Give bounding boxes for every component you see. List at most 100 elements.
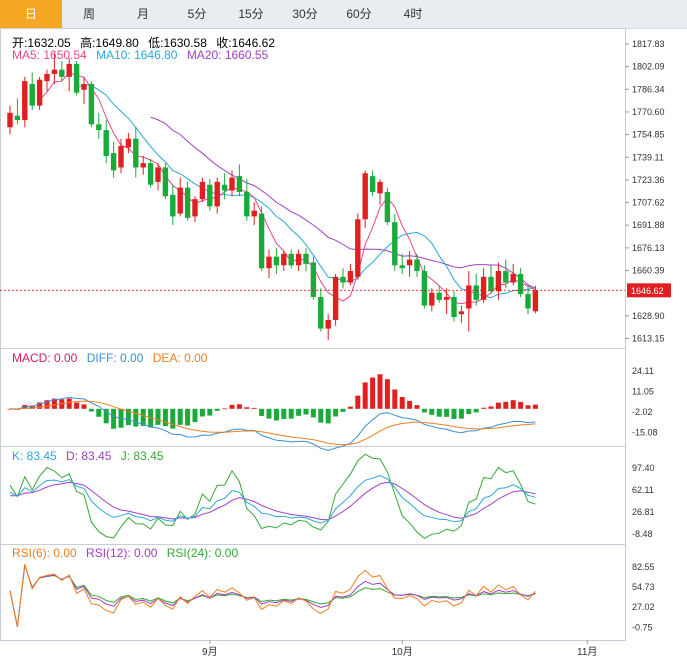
macd-bar	[333, 408, 339, 417]
kdj-legend: K: 83.45 D: 83.45 J: 83.45	[12, 449, 169, 463]
macd-bar	[185, 408, 191, 426]
ma5-line	[39, 72, 536, 305]
candle-body	[199, 181, 206, 200]
macd-bar	[74, 402, 80, 409]
macd-bar	[392, 389, 398, 409]
rsi12-legend-value: RSI(12): 0.00	[86, 546, 158, 560]
rsi-tick-label: -0.75	[632, 622, 653, 632]
candle-body	[103, 130, 109, 156]
macd-bar	[436, 408, 442, 417]
candle-body	[29, 84, 35, 106]
candle-body	[325, 319, 331, 329]
ma10-legend: MA10: 1646.80	[96, 48, 178, 62]
macd-bar	[473, 408, 479, 413]
candle-body	[140, 163, 146, 168]
dea-line	[9, 400, 536, 446]
macd-bar	[414, 405, 420, 409]
y-tick-label: 1802.09	[632, 62, 665, 72]
k-legend-value: K: 83.45	[12, 449, 57, 463]
tab-3[interactable]: 5分	[170, 0, 224, 28]
candle-body	[332, 276, 339, 320]
macd-bar	[421, 408, 427, 413]
rsi12-line	[9, 564, 536, 627]
candle-body	[466, 285, 472, 309]
period-tab-bar: 日周月 5分 15分 30分 60分 4时	[0, 0, 687, 29]
candle-body	[510, 273, 516, 283]
candle-body	[88, 84, 95, 125]
rsi-legend: RSI(6): 0.00 RSI(12): 0.00 RSI(24): 0.00	[12, 546, 244, 560]
rsi-tick-label: 54.73	[632, 582, 655, 592]
macd-bar	[444, 408, 450, 417]
ma5-legend: MA5: 1650.54	[12, 48, 87, 62]
macd-bar	[318, 408, 324, 423]
macd-bar	[303, 408, 309, 415]
y-tick-label: 1628.90	[632, 311, 665, 321]
candle-body	[421, 271, 428, 306]
macd-bar	[222, 408, 228, 410]
macd-bar	[81, 404, 87, 409]
kline-chart: 1817.83 1802.09 1786.34 1770.60 1754.85 1739.…	[0, 28, 671, 658]
macd-bar	[525, 405, 531, 409]
macd-bar	[495, 402, 501, 409]
candle-body	[81, 84, 87, 90]
macd-bar	[488, 406, 494, 409]
dea-legend-value: DEA: 0.00	[152, 351, 208, 365]
kdj-tick-label: 26.81	[632, 507, 655, 517]
candle-body	[14, 115, 21, 121]
macd-bar	[214, 408, 220, 411]
candle-body	[458, 311, 465, 315]
candle-body	[295, 253, 302, 266]
tab-5[interactable]: 30分	[278, 0, 332, 28]
candle-body	[184, 187, 191, 218]
macd-bar	[281, 408, 287, 420]
x-tick-label: 11月	[577, 646, 597, 658]
candle-body	[236, 176, 243, 192]
macd-bar	[407, 400, 413, 409]
rsi24-legend-value: RSI(24): 0.00	[166, 546, 239, 560]
macd-bar	[510, 400, 516, 409]
candle-body	[22, 81, 28, 121]
tab-6[interactable]: 60分	[332, 0, 386, 28]
candle-body	[266, 256, 272, 269]
macd-bar	[377, 374, 383, 409]
d-legend-value: D: 83.45	[66, 449, 112, 463]
y-tick-label: 1660.39	[632, 266, 665, 276]
tab-2[interactable]: 月	[116, 0, 170, 28]
y-tick-label: 1691.88	[632, 220, 665, 230]
candle-body	[44, 73, 50, 82]
candle-body	[399, 265, 405, 269]
candle-body	[347, 271, 354, 283]
rsi-tick-label: 82.55	[632, 562, 655, 572]
candle-body	[177, 187, 183, 214]
y-tick-label: 1676.13	[632, 243, 665, 253]
tab-4[interactable]: 15分	[224, 0, 278, 28]
j-legend-value: J: 83.45	[120, 449, 164, 463]
tab-0[interactable]: 日	[0, 0, 62, 28]
candle-body	[66, 63, 72, 77]
rsi6-legend-value: RSI(6): 0.00	[12, 546, 77, 560]
candle-body	[488, 276, 494, 292]
macd-tick-label: 24.11	[632, 366, 654, 376]
tab-7[interactable]: 4时	[386, 0, 440, 28]
candle-body	[443, 296, 450, 300]
macd-bar	[340, 408, 346, 412]
candle-body	[495, 271, 502, 292]
macd-bar	[347, 406, 353, 409]
macd-bar	[259, 408, 265, 416]
candle-body	[229, 177, 235, 191]
kdj-tick-label: -8.48	[632, 529, 653, 539]
x-tick-label: 10月	[392, 646, 413, 658]
candle-body	[281, 253, 287, 266]
macd-bar	[229, 404, 235, 409]
macd-bar	[96, 408, 102, 417]
tab-1[interactable]: 周	[62, 0, 116, 28]
macd-bar	[177, 408, 183, 425]
y-tick-label: 1613.15	[632, 333, 665, 343]
candle-body	[51, 69, 58, 74]
candle-body	[310, 262, 317, 297]
macd-bar	[370, 377, 376, 409]
kdj-tick-label: 62.11	[632, 485, 654, 495]
macd-bar	[133, 408, 139, 427]
y-tick-label: 1770.60	[632, 107, 665, 117]
macd-bar	[503, 401, 509, 409]
